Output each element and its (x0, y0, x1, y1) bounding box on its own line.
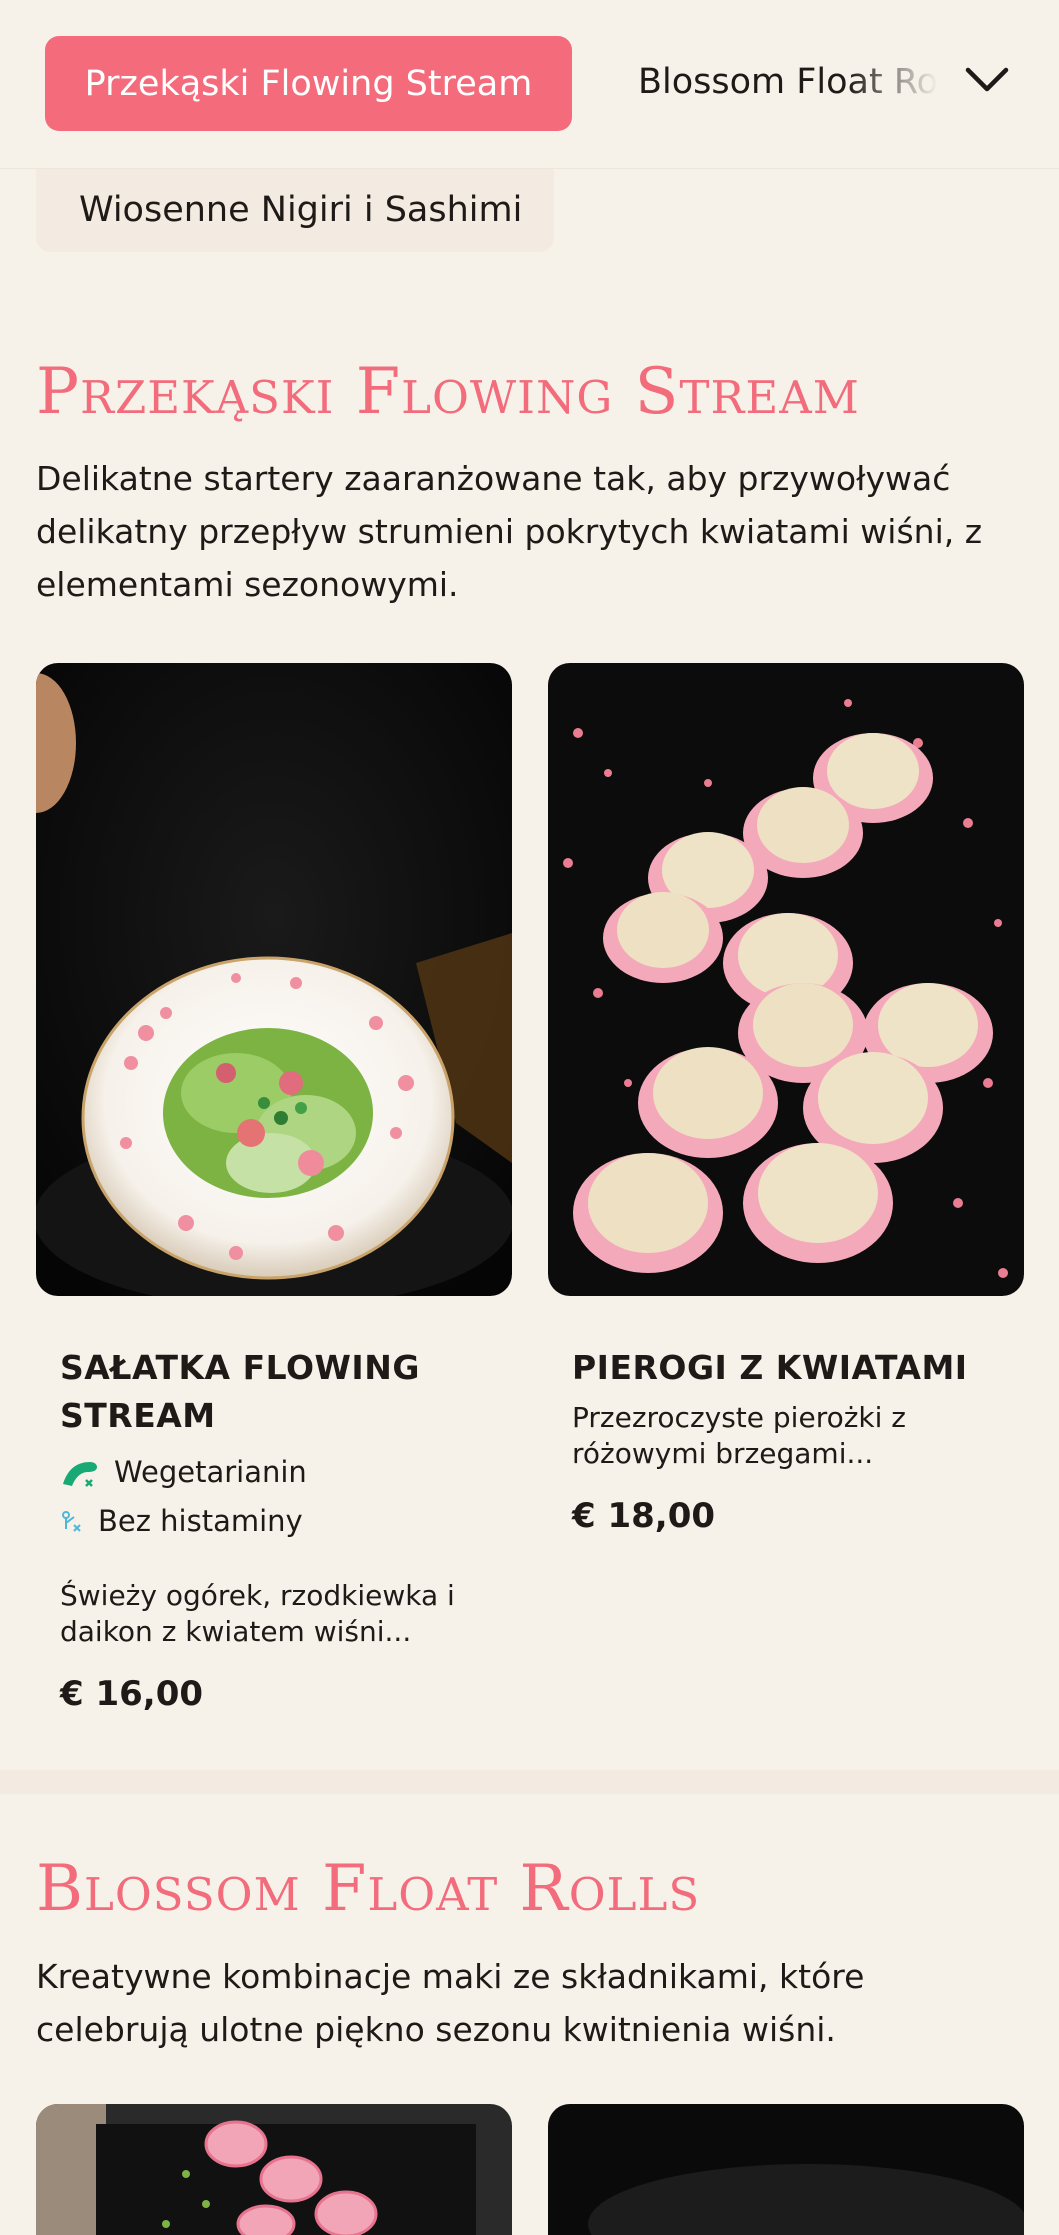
item-price: € 18,00 (572, 1496, 716, 1536)
item-name[interactable]: SAŁATKA FLOWING STREAM (60, 1344, 480, 1440)
tab-przekaski[interactable]: Przekąski Flowing Stream (45, 36, 572, 131)
roll-photo (548, 2104, 1024, 2235)
section-title: Blossom Float Rolls (36, 1852, 701, 1926)
salad-photo (36, 663, 512, 1296)
item-name[interactable]: PIEROGI Z KWIATAMI (572, 1344, 1012, 1392)
dumplings-image[interactable] (548, 663, 1024, 1296)
item-description: Świeży ogórek, rzodkiewka i daikon z kwi… (60, 1579, 455, 1648)
dumplings-photo (548, 663, 1024, 1296)
roll-item-image[interactable] (548, 2104, 1024, 2235)
item-price: € 16,00 (60, 1674, 204, 1714)
tag-label: Bez histaminy (98, 1504, 303, 1538)
tab-blossom-float-rolls[interactable]: Blossom Float Rolls (638, 52, 938, 112)
section-title: Przekąski Flowing Stream (36, 355, 860, 429)
item-description: Przezroczyste pierożki z różowymi brzega… (572, 1401, 907, 1470)
histamine-icon (62, 1511, 81, 1532)
tag-vegetarian: Wegetarianin (60, 1454, 307, 1490)
subcategory-chip[interactable]: Wiosenne Nigiri i Sashimi (36, 168, 554, 252)
rolls-image[interactable] (36, 2104, 512, 2235)
chevron-down-icon[interactable] (962, 60, 1012, 100)
tag-label: Wegetarianin (114, 1455, 307, 1489)
category-nav: Przekąski Flowing Stream Blossom Float R… (0, 0, 1059, 169)
salad-image[interactable] (36, 663, 512, 1296)
section-description: Delikatne startery zaaranżowane tak, aby… (36, 459, 983, 604)
rolls-photo (36, 2104, 512, 2235)
section-description: Kreatywne kombinacje maki ze składnikami… (36, 1957, 865, 2049)
tag-histamine-free: Bez histaminy (60, 1504, 303, 1538)
vegetarian-icon (63, 1462, 97, 1487)
section-divider (0, 1770, 1059, 1794)
